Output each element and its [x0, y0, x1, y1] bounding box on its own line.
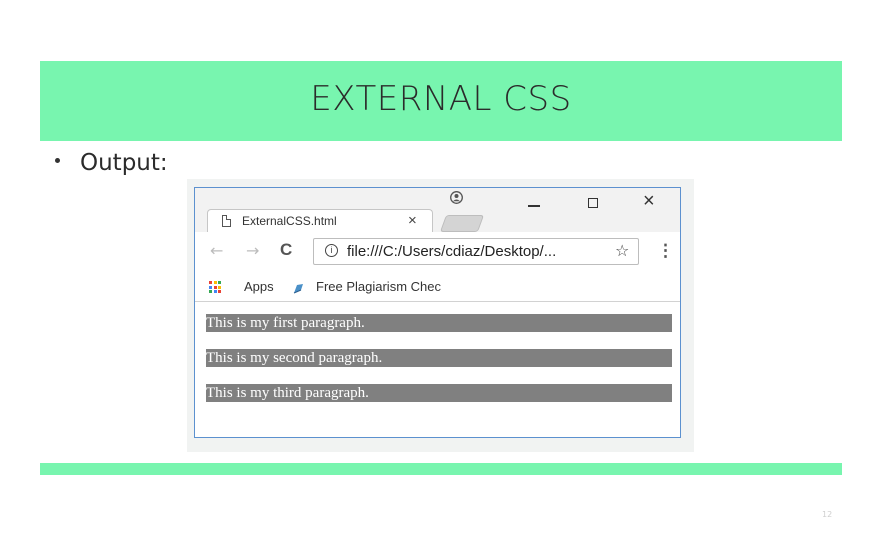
- bookmark-free-plagiarism[interactable]: Free Plagiarism Chec: [316, 279, 466, 294]
- profile-icon[interactable]: [450, 191, 463, 207]
- plagiarism-icon: [292, 280, 305, 294]
- paragraph-third: This is my third paragraph.: [206, 384, 672, 402]
- bookmark-apps[interactable]: Apps: [244, 279, 274, 294]
- minimize-icon[interactable]: [528, 205, 540, 207]
- browser-menu-icon[interactable]: ⋮: [657, 241, 674, 261]
- bullet-dot: [55, 158, 60, 163]
- page-icon: [222, 215, 231, 227]
- new-tab-button[interactable]: [439, 215, 485, 232]
- bookmark-star-icon[interactable]: ☆: [615, 241, 629, 260]
- info-icon[interactable]: i: [325, 244, 338, 257]
- forward-arrow-icon[interactable]: →: [246, 241, 259, 260]
- bullet-label: Output:: [80, 150, 168, 176]
- window-close-icon[interactable]: ×: [643, 190, 655, 213]
- paragraph-first: This is my first paragraph.: [206, 314, 672, 332]
- reload-icon[interactable]: C: [280, 240, 292, 260]
- slide-title: EXTERNAL CSS: [310, 79, 572, 119]
- tab-close-icon[interactable]: ×: [408, 212, 417, 229]
- slide-number: 12: [822, 510, 833, 519]
- paragraph-second: This is my second paragraph.: [206, 349, 672, 367]
- navigation-bar: ← → C i file:///C:/Users/cdiaz/Desktop/.…: [195, 232, 680, 272]
- tab-externalcss[interactable]: ExternalCSS.html ×: [207, 209, 433, 233]
- url-text[interactable]: file:///C:/Users/cdiaz/Desktop/...: [347, 243, 556, 260]
- browser-titlebar: ExternalCSS.html × ×: [195, 188, 680, 233]
- browser-window: ExternalCSS.html × × ← → C i file:///C:/…: [194, 187, 681, 438]
- back-arrow-icon[interactable]: ←: [210, 241, 223, 260]
- bookmarks-bar: Apps Free Plagiarism Chec: [195, 272, 680, 302]
- page-content: This is my first paragraph. This is my s…: [195, 302, 680, 437]
- maximize-icon[interactable]: [588, 198, 598, 208]
- tab-label: ExternalCSS.html: [242, 214, 337, 228]
- bullet-output: Output:: [55, 150, 168, 176]
- bottom-band: [40, 463, 842, 475]
- title-band: EXTERNAL CSS: [40, 61, 842, 141]
- address-bar[interactable]: i file:///C:/Users/cdiaz/Desktop/... ☆: [313, 238, 639, 265]
- apps-grid-icon[interactable]: [209, 281, 221, 293]
